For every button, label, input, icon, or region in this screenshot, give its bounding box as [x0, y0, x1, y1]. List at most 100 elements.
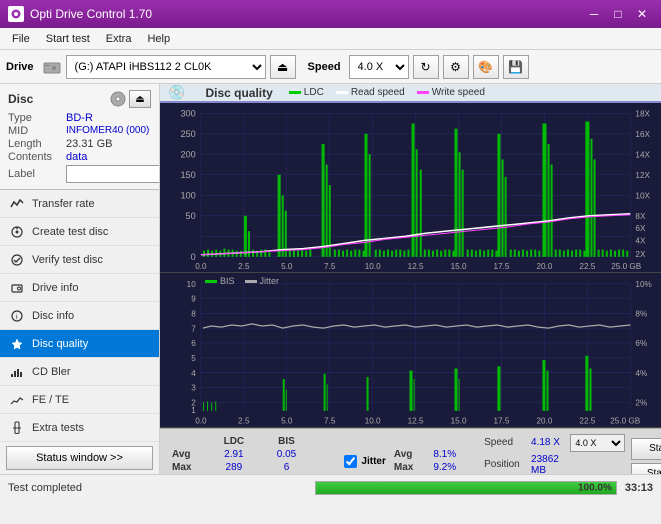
- svg-text:100: 100: [180, 190, 195, 200]
- svg-text:6X: 6X: [635, 224, 646, 233]
- start-full-button[interactable]: Start full: [631, 438, 661, 460]
- minimize-button[interactable]: ─: [583, 5, 605, 23]
- eject-button[interactable]: ⏏: [270, 55, 296, 79]
- stats-bis-max: 6: [263, 461, 311, 474]
- svg-text:6%: 6%: [635, 338, 647, 348]
- sidebar-item-label-cd-bler: CD Bler: [32, 366, 71, 378]
- svg-text:5.0: 5.0: [281, 262, 293, 271]
- svg-text:2.5: 2.5: [238, 416, 250, 426]
- svg-text:4: 4: [191, 368, 196, 378]
- theme-button[interactable]: 🎨: [473, 55, 499, 79]
- sidebar-item-extra-tests[interactable]: Extra tests: [0, 414, 159, 442]
- bis-legend-color: [205, 280, 217, 283]
- svg-text:2X: 2X: [635, 250, 646, 259]
- stats-col-bis: BIS: [263, 435, 311, 448]
- speed-stat-select[interactable]: 4.0 X: [570, 434, 625, 452]
- stats-ldc-max: 289: [205, 461, 262, 474]
- speed-select[interactable]: 4.0 X6.0 X8.0 XMax: [349, 55, 409, 79]
- jitter-legend-item: Jitter: [245, 276, 280, 286]
- jitter-avg-val: 8.1%: [423, 448, 466, 461]
- settings-button[interactable]: ⚙: [443, 55, 469, 79]
- disc-length-value: 23.31 GB: [66, 138, 112, 150]
- bis-jitter-svg: 10 9 8 7 6 5 4 3 2 1 10% 8% 6% 4% 2%: [160, 273, 661, 427]
- svg-text:2.5: 2.5: [238, 262, 250, 271]
- stats-avg-label: Avg: [168, 448, 205, 461]
- sidebar-item-label-disc-info: Disc info: [32, 310, 74, 322]
- jitter-checkbox[interactable]: [344, 455, 357, 468]
- svg-text:3: 3: [191, 383, 196, 393]
- close-button[interactable]: ✕: [631, 5, 653, 23]
- jitter-max-val: 9.2%: [423, 461, 466, 474]
- app-icon: [8, 6, 24, 22]
- charts-container: 300 250 200 150 100 50 0 18X 16X 14X 12X…: [160, 103, 661, 428]
- disc-contents-row: Contents data: [8, 151, 151, 163]
- progress-bar-container: 100.0%: [315, 481, 616, 495]
- menu-start-test[interactable]: Start test: [38, 31, 98, 47]
- svg-text:15.0: 15.0: [451, 262, 467, 271]
- save-button[interactable]: 💾: [503, 55, 529, 79]
- svg-text:22.5: 22.5: [579, 416, 595, 426]
- stats-bar: LDC BIS Avg 2.91 0.05 Max 289 6: [160, 428, 661, 474]
- status-text: Test completed: [8, 482, 307, 494]
- disc-type-value: BD-R: [66, 112, 93, 124]
- disc-label-input[interactable]: [66, 165, 160, 183]
- disc-quality-title: Disc quality: [205, 86, 272, 100]
- disc-type-row: Type BD-R: [8, 112, 151, 124]
- disc-quality-title-icon: 💿: [168, 84, 185, 101]
- svg-text:150: 150: [180, 170, 195, 180]
- drive-select[interactable]: (G:) ATAPI iHBS112 2 CL0K: [66, 55, 266, 79]
- disc-quality-icon: [8, 335, 26, 353]
- title-bar: Opti Drive Control 1.70 ─ □ ✕: [0, 0, 661, 28]
- jitter-label: Jitter: [361, 456, 385, 467]
- svg-text:12.5: 12.5: [408, 262, 424, 271]
- sidebar-item-cd-bler[interactable]: CD Bler: [0, 358, 159, 386]
- menu-extra[interactable]: Extra: [98, 31, 140, 47]
- position-value: 23862 MB: [527, 453, 568, 474]
- menu-help[interactable]: Help: [139, 31, 178, 47]
- bis-jitter-chart: BIS Jitter: [160, 273, 661, 428]
- disc-quality-header: 💿 Disc quality LDC Read speed Write spee…: [160, 84, 661, 103]
- action-buttons: Start full Start part: [631, 438, 661, 474]
- stats-ldc-avg: 2.91: [205, 448, 262, 461]
- svg-text:14X: 14X: [635, 150, 650, 159]
- sidebar-item-label-extra-tests: Extra tests: [32, 422, 84, 434]
- disc-label-label: Label: [8, 168, 66, 180]
- progress-text: 100.0%: [578, 482, 612, 493]
- sidebar-item-drive-info[interactable]: Drive info: [0, 274, 159, 302]
- svg-text:10: 10: [187, 279, 196, 289]
- ldc-chart-svg: 300 250 200 150 100 50 0 18X 16X 14X 12X…: [160, 103, 661, 272]
- menu-file[interactable]: File: [4, 31, 38, 47]
- legend-write-speed: Write speed: [417, 87, 485, 98]
- refresh-button[interactable]: ↻: [413, 55, 439, 79]
- svg-text:17.5: 17.5: [494, 262, 510, 271]
- svg-text:25.0 GB: 25.0 GB: [610, 416, 640, 426]
- start-part-button[interactable]: Start part: [631, 463, 661, 474]
- svg-text:16X: 16X: [635, 130, 650, 139]
- legend-read-speed-label: Read speed: [351, 87, 405, 98]
- maximize-button[interactable]: □: [607, 5, 629, 23]
- sidebar-item-fe-te[interactable]: FE / TE: [0, 386, 159, 414]
- svg-text:25.0 GB: 25.0 GB: [611, 262, 642, 271]
- disc-contents-label: Contents: [8, 151, 66, 163]
- sidebar-item-disc-info[interactable]: i Disc info: [0, 302, 159, 330]
- svg-text:10.0: 10.0: [365, 262, 381, 271]
- disc-mid-row: MID INFOMER40 (000): [8, 125, 151, 137]
- sidebar-item-create-test-disc[interactable]: Create test disc: [0, 218, 159, 246]
- disc-eject-btn[interactable]: ⏏: [129, 90, 151, 108]
- disc-label-row: Label ✎: [8, 165, 151, 183]
- svg-text:8: 8: [191, 309, 196, 319]
- sidebar-item-label-disc-quality: Disc quality: [32, 338, 88, 350]
- sidebar-item-verify-test-disc[interactable]: Verify test disc: [0, 246, 159, 274]
- drive-info-icon: [8, 279, 26, 297]
- content-area: 💿 Disc quality LDC Read speed Write spee…: [160, 84, 661, 474]
- stats-max-row: Max 289 6: [168, 461, 330, 474]
- time-display: 33:13: [625, 482, 653, 494]
- stats-max-label: Max: [168, 461, 205, 474]
- toolbar: Drive (G:) ATAPI iHBS112 2 CL0K ⏏ Speed …: [0, 50, 661, 84]
- disc-mid-label: MID: [8, 125, 66, 137]
- jitter-stats-table: Avg 8.1% Max 9.2%: [390, 448, 466, 474]
- sidebar-item-transfer-rate[interactable]: Transfer rate: [0, 190, 159, 218]
- sidebar-item-disc-quality[interactable]: Disc quality: [0, 330, 159, 358]
- status-window-button[interactable]: Status window >>: [6, 446, 153, 470]
- svg-text:7.5: 7.5: [324, 262, 336, 271]
